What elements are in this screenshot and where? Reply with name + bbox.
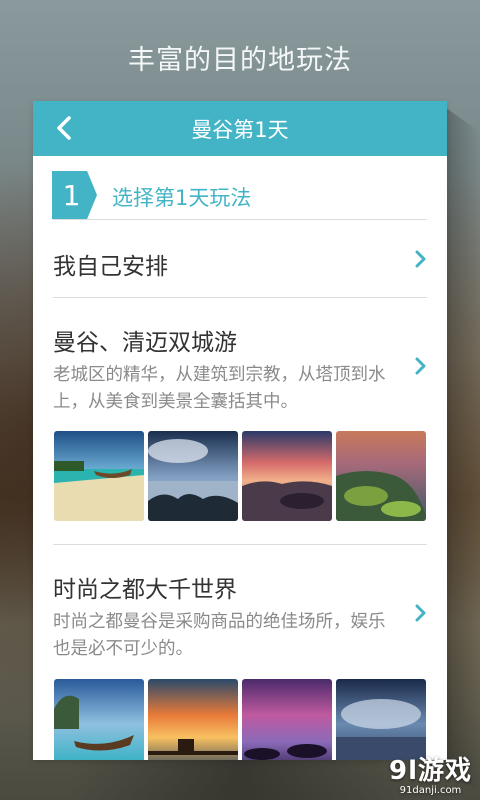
chevron-right-icon [413,249,427,269]
chevron-right-icon [413,356,427,376]
watermark-sub: 91danji.com [399,785,462,796]
step-row: 1 选择第1天玩法 [33,156,447,219]
chevron-left-icon [57,116,71,140]
day-plan-card: 曼谷第1天 1 选择第1天玩法 我自己安排 曼谷、清迈双城游 老城区的精华，从建… [33,101,447,760]
watermark-main: 9l游戏 [388,756,472,786]
option-title: 我自己安排 [53,254,168,280]
step-label: 选择第1天玩法 [112,186,252,210]
card-header: 曼谷第1天 [33,101,447,156]
photo-longtail-boat[interactable] [54,679,144,760]
photo-rocky-coast[interactable] [148,431,238,521]
page-headline: 丰富的目的地玩法 [128,45,352,76]
option-bangkok-chiangmai[interactable]: 曼谷、清迈双城游 老城区的精华，从建筑到宗教，从塔顶到水上，从美食到美景全囊括其… [33,298,447,544]
card-shadow [446,108,480,792]
photo-sunset-rocks[interactable] [242,431,332,521]
option-description: 时尚之都曼谷是采购商品的绝佳场所，娱乐也是必不可少的。 [53,612,386,659]
photo-purple-sea[interactable] [242,679,332,760]
option-title: 时尚之都大千世界 [53,577,237,603]
photo-cloudy-bay[interactable] [336,679,426,760]
photo-pier-sunset[interactable] [148,679,238,760]
option-title: 曼谷、清迈双城游 [53,330,237,356]
chevron-right-icon [413,603,427,623]
step-number-badge: 1 [52,171,97,219]
photo-beach-boat[interactable] [54,431,144,521]
option-description: 老城区的精华，从建筑到宗教，从塔顶到水上，从美食到美景全囊括其中。 [53,365,386,412]
card-title: 曼谷第1天 [191,117,289,142]
option-fashion-capital[interactable]: 时尚之都大千世界 时尚之都曼谷是采购商品的绝佳场所，娱乐也是必不可少的。 [33,545,447,760]
site-watermark-logo: 9l游戏 91danji.com [389,750,472,796]
back-button[interactable] [49,113,79,143]
photo-strip [54,679,426,760]
photo-strip [54,431,426,521]
option-self-arrange[interactable]: 我自己安排 [33,220,447,297]
photo-mossy-shore[interactable] [336,431,426,521]
